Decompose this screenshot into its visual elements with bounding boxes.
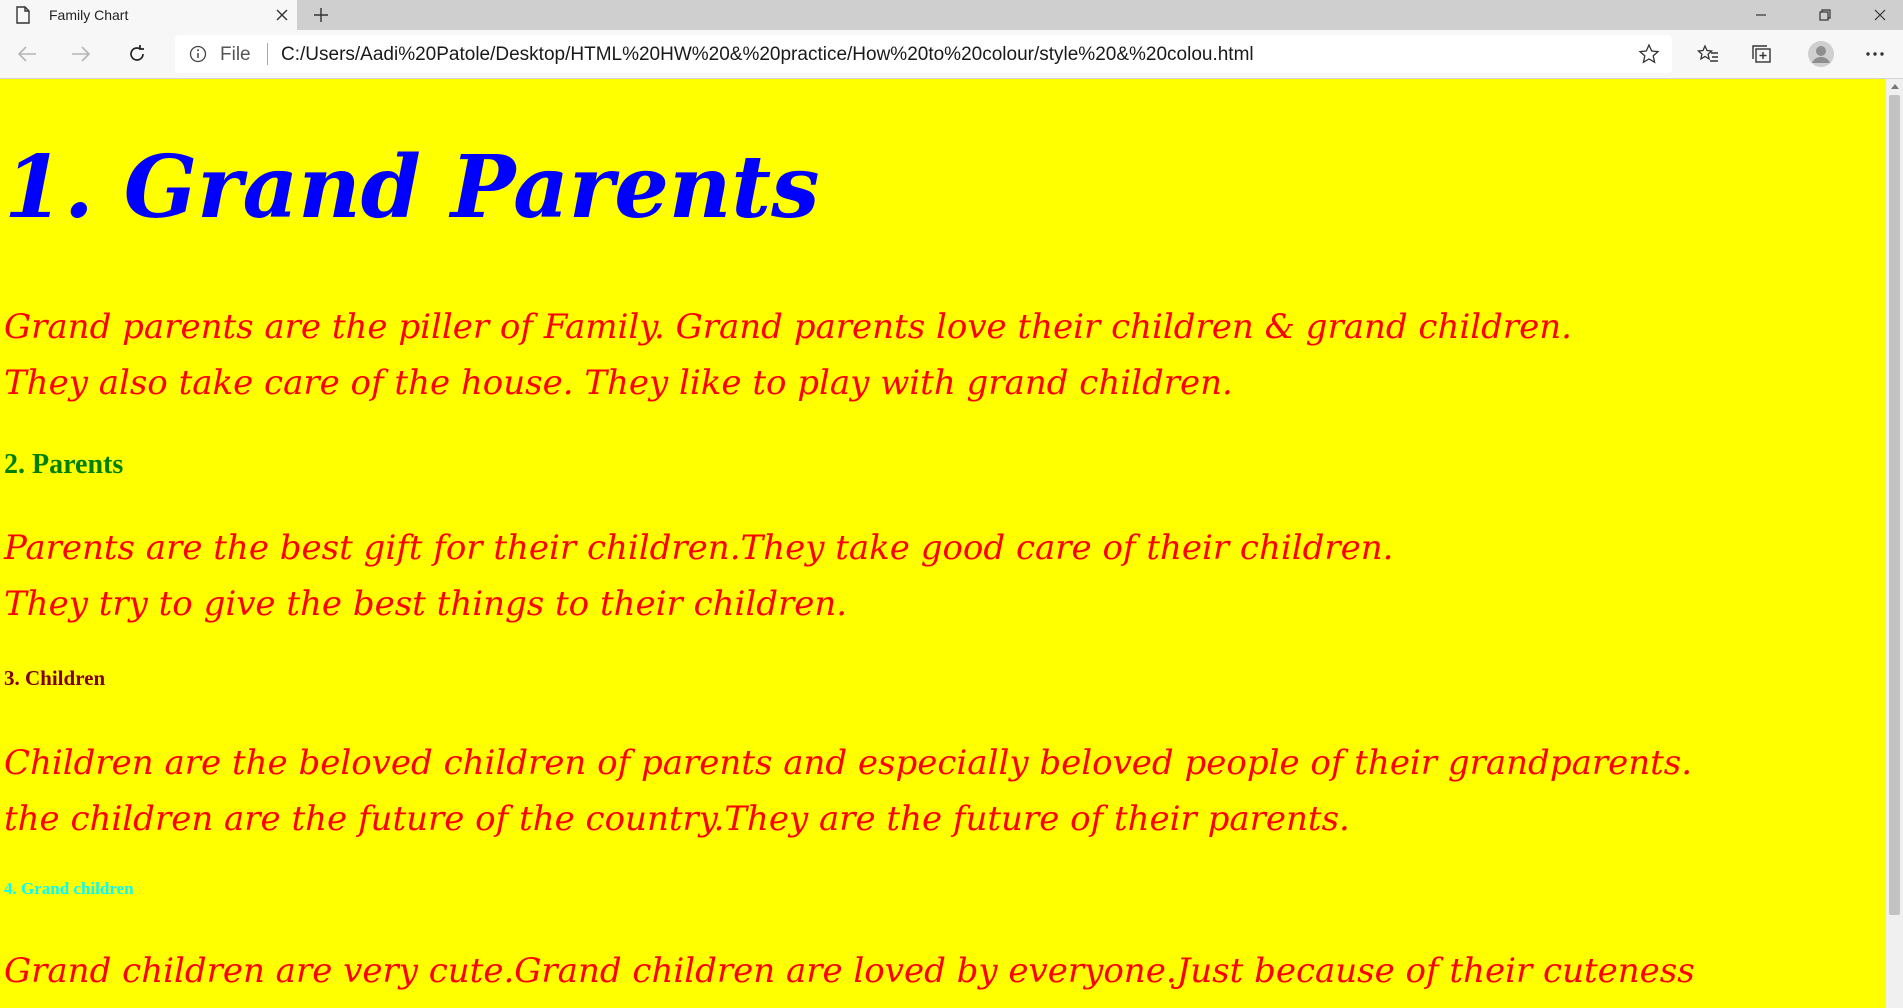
paragraph-grand-children-line-1: Grand children are very cute.Grand child… (4, 951, 1695, 991)
star-icon[interactable] (1638, 43, 1660, 65)
heading-grand-children: 4. Grand children (4, 879, 134, 898)
address-scheme-label: File (220, 44, 251, 65)
more-icon[interactable] (1858, 38, 1892, 70)
address-url[interactable]: C:/Users/Aadi%20Patole/Desktop/HTML%20HW… (281, 44, 1254, 66)
back-arrow-icon[interactable] (10, 38, 44, 70)
address-bar[interactable]: File C:/Users/Aadi%20Patole/Desktop/HTML… (175, 35, 1672, 73)
scroll-up-arrow-icon[interactable] (1886, 79, 1903, 93)
paragraph-parents-line-1: Parents are the best gift for their chil… (4, 528, 1394, 568)
paragraph-children-line-1: Children are the beloved children of par… (4, 743, 1693, 783)
minimize-icon[interactable] (1738, 0, 1784, 30)
heading-grand-parents: 1. Grand Parents (4, 137, 820, 238)
browser-toolbar: File C:/Users/Aadi%20Patole/Desktop/HTML… (0, 30, 1903, 79)
address-divider (267, 43, 268, 65)
paragraph-parents-line-2: They try to give the best things to thei… (4, 584, 848, 624)
plus-icon[interactable] (303, 0, 339, 30)
paragraph-grand-parents-line-1: Grand parents are the piller of Family. … (4, 307, 1572, 347)
paragraph-grand-parents-line-2: They also take care of the house. They l… (4, 363, 1233, 403)
tab-strip: Family Chart (0, 0, 1903, 30)
window-close-icon[interactable] (1857, 0, 1903, 30)
forward-arrow-icon[interactable] (64, 38, 98, 70)
document-icon (16, 6, 30, 24)
favorites-list-icon[interactable] (1691, 38, 1725, 70)
browser-tab[interactable]: Family Chart (0, 0, 297, 30)
refresh-icon[interactable] (120, 38, 154, 70)
close-icon[interactable] (267, 0, 297, 30)
collections-icon[interactable] (1745, 38, 1779, 70)
heading-children: 3. Children (4, 666, 106, 690)
profile-avatar-icon[interactable] (1804, 38, 1838, 70)
tab-title: Family Chart (49, 7, 129, 23)
info-icon[interactable] (189, 45, 207, 63)
vertical-scrollbar[interactable] (1886, 79, 1903, 1008)
heading-parents: 2. Parents (4, 449, 124, 480)
restore-icon[interactable] (1802, 0, 1848, 30)
paragraph-children-line-2: the children are the future of the count… (4, 799, 1350, 839)
page-content: 1. Grand Parents Grand parents are the p… (0, 79, 1885, 1008)
scrollbar-thumb[interactable] (1889, 95, 1900, 915)
